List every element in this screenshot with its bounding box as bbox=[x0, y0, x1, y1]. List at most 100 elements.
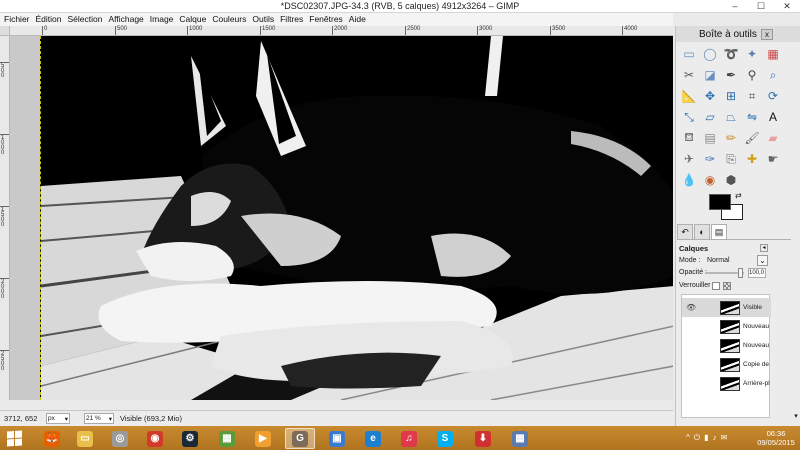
taskbar-button[interactable]: ▦ bbox=[505, 428, 535, 449]
menu-item-fenetres[interactable]: Fenêtres bbox=[306, 13, 346, 26]
dock-close-button[interactable]: x bbox=[761, 29, 773, 40]
foreground-select-icon[interactable]: ◪ bbox=[701, 66, 719, 84]
menu-item-couleurs[interactable]: Couleurs bbox=[209, 13, 249, 26]
paths-icon[interactable]: ✒ bbox=[722, 66, 740, 84]
taskbar-button[interactable]: ▦ bbox=[212, 428, 242, 449]
clone-icon[interactable]: ⎘ bbox=[722, 150, 740, 168]
show-hidden-icons-icon[interactable]: ^ bbox=[686, 433, 690, 445]
scale-icon[interactable]: ⤡ bbox=[680, 108, 698, 126]
close-button[interactable]: ✕ bbox=[774, 0, 800, 12]
canvas-area[interactable] bbox=[10, 36, 673, 400]
rotate-icon[interactable]: ⟳ bbox=[764, 87, 782, 105]
image-dog-photo[interactable] bbox=[40, 36, 673, 400]
tab-undo-history-icon[interactable]: ↶ bbox=[677, 224, 693, 239]
taskbar-button[interactable]: ▭ bbox=[70, 428, 100, 449]
align-icon[interactable]: ⊞ bbox=[722, 87, 740, 105]
ink-icon[interactable]: ✑ bbox=[701, 150, 719, 168]
visibility-eye-icon[interactable]: 👁 bbox=[686, 303, 696, 312]
menu-item-selection[interactable]: Sélection bbox=[65, 13, 106, 26]
lasso-icon[interactable]: ➰ bbox=[722, 45, 740, 63]
taskbar-button[interactable]: ▣ bbox=[322, 428, 352, 449]
taskbar-button[interactable]: ◎ bbox=[105, 428, 135, 449]
menu-item-outils[interactable]: Outils bbox=[249, 13, 277, 26]
zoom-select[interactable]: 21 % ▾ bbox=[84, 413, 114, 424]
opacity-value[interactable]: 100,0 bbox=[748, 268, 766, 278]
menu-item-affichage[interactable]: Affichage bbox=[105, 13, 146, 26]
clock[interactable]: 06:36 09/05/2015 bbox=[752, 429, 800, 447]
color-picker-icon[interactable]: ⚲ bbox=[743, 66, 761, 84]
menu-item-filtres[interactable]: Filtres bbox=[277, 13, 306, 26]
tab-layers-icon[interactable]: ▤ bbox=[711, 224, 727, 239]
taskbar-button[interactable]: G bbox=[285, 428, 315, 449]
taskbar-button[interactable]: ⚙ bbox=[175, 428, 205, 449]
layer-row[interactable]: 👁 Visible bbox=[682, 298, 771, 317]
taskbar-button[interactable]: ◉ bbox=[140, 428, 170, 449]
layer-row[interactable]: Nouveau bbox=[682, 317, 771, 336]
start-button[interactable] bbox=[7, 430, 22, 447]
ruler-corner[interactable] bbox=[0, 26, 10, 36]
ruler-tick-label: 1500 bbox=[0, 206, 9, 228]
menu-item-aide[interactable]: Aide bbox=[346, 13, 369, 26]
crop-icon[interactable]: ⌗ bbox=[743, 87, 761, 105]
maximize-button[interactable]: ☐ bbox=[748, 0, 774, 12]
scissors-icon[interactable]: ✂ bbox=[680, 66, 698, 84]
color-select-icon[interactable]: ▦ bbox=[764, 45, 782, 63]
text-icon[interactable]: A bbox=[764, 108, 782, 126]
lock-pixels-checkbox[interactable] bbox=[712, 282, 720, 290]
taskbar-button[interactable]: ♫ bbox=[394, 428, 424, 449]
vertical-ruler[interactable]: 500 1000 1500 2000 2500 bbox=[0, 36, 10, 400]
scroll-down-icon[interactable]: ▾ bbox=[792, 412, 800, 422]
shear-icon[interactable]: ▱ bbox=[701, 108, 719, 126]
tab-channels-icon[interactable]: ◐ bbox=[694, 224, 710, 239]
taskbar-button[interactable]: ▶ bbox=[248, 428, 278, 449]
eraser-icon[interactable]: ▰ bbox=[764, 129, 782, 147]
title-bar: *DSC02307.JPG-34.3 (RVB, 5 calques) 4912… bbox=[0, 0, 800, 13]
perspective-icon[interactable]: ⏢ bbox=[722, 108, 740, 126]
mode-dropdown-button[interactable]: ⌄ bbox=[757, 255, 768, 266]
taskbar-button[interactable]: ⬇ bbox=[468, 428, 498, 449]
ellipse-select-icon[interactable]: ◯ bbox=[701, 45, 719, 63]
taskbar-button[interactable]: 🦊 bbox=[37, 428, 67, 449]
horizontal-ruler[interactable]: 0 500 1000 1500 2000 2500 3000 3500 4000 bbox=[10, 26, 673, 36]
bucket-fill-icon[interactable]: ⛾ bbox=[680, 129, 698, 147]
menu-item-fichier[interactable]: Fichier bbox=[0, 13, 33, 26]
unit-select[interactable]: px ▾ bbox=[46, 413, 70, 424]
gimp-icon: G bbox=[292, 430, 308, 447]
airbrush-icon[interactable]: ✈ bbox=[680, 150, 698, 168]
menu-item-edition[interactable]: Édition bbox=[33, 13, 65, 26]
smudge-icon[interactable]: ☛ bbox=[764, 150, 782, 168]
layer-row[interactable]: Nouveau bbox=[682, 336, 771, 355]
dodge-burn-icon[interactable]: ◉ bbox=[701, 171, 719, 189]
minimize-button[interactable]: – bbox=[722, 0, 748, 12]
taskbar-button[interactable]: e bbox=[358, 428, 388, 449]
move-icon[interactable]: ✥ bbox=[701, 87, 719, 105]
volume-icon[interactable]: ♪ bbox=[713, 433, 717, 445]
swap-colors-icon[interactable]: ⇄ bbox=[735, 191, 742, 200]
fuzzy-select-icon[interactable]: ✦ bbox=[743, 45, 761, 63]
gradient-icon[interactable]: ▤ bbox=[701, 129, 719, 147]
power-icon[interactable]: ⏻ bbox=[694, 433, 700, 445]
flip-icon[interactable]: ⇋ bbox=[743, 108, 761, 126]
mode-select[interactable]: Normal bbox=[703, 255, 760, 267]
blur-icon[interactable]: 💧 bbox=[680, 171, 698, 189]
opacity-slider-handle[interactable] bbox=[738, 268, 744, 278]
heal-icon[interactable]: ✚ bbox=[743, 150, 761, 168]
fg-bg-colors[interactable]: ⇄ bbox=[709, 191, 745, 220]
ruler-tick-label: 1500 bbox=[259, 26, 276, 35]
layers-menu-button[interactable]: ◂ bbox=[760, 244, 768, 252]
lock-alpha-checkbox[interactable] bbox=[723, 282, 731, 290]
menu-item-calque[interactable]: Calque bbox=[176, 13, 209, 26]
rect-select-icon[interactable]: ▭ bbox=[680, 45, 698, 63]
zoom-icon[interactable]: ⌕ bbox=[764, 66, 782, 84]
menu-item-image[interactable]: Image bbox=[147, 13, 177, 26]
foreground-color-swatch[interactable] bbox=[709, 194, 731, 210]
battery-icon[interactable]: ▮ bbox=[704, 433, 708, 445]
taskbar-button[interactable]: S bbox=[430, 428, 460, 449]
measure-icon[interactable]: 📐 bbox=[680, 87, 698, 105]
layer-row[interactable]: Copie de bbox=[682, 355, 771, 374]
pencil-icon[interactable]: ✏ bbox=[722, 129, 740, 147]
paintbrush-icon[interactable]: 🖌 bbox=[743, 129, 761, 147]
layer-row[interactable]: Arrière-pl bbox=[682, 374, 771, 393]
notification-icon[interactable]: ✉ bbox=[721, 433, 728, 445]
cage-icon[interactable]: ⬢ bbox=[722, 171, 740, 189]
